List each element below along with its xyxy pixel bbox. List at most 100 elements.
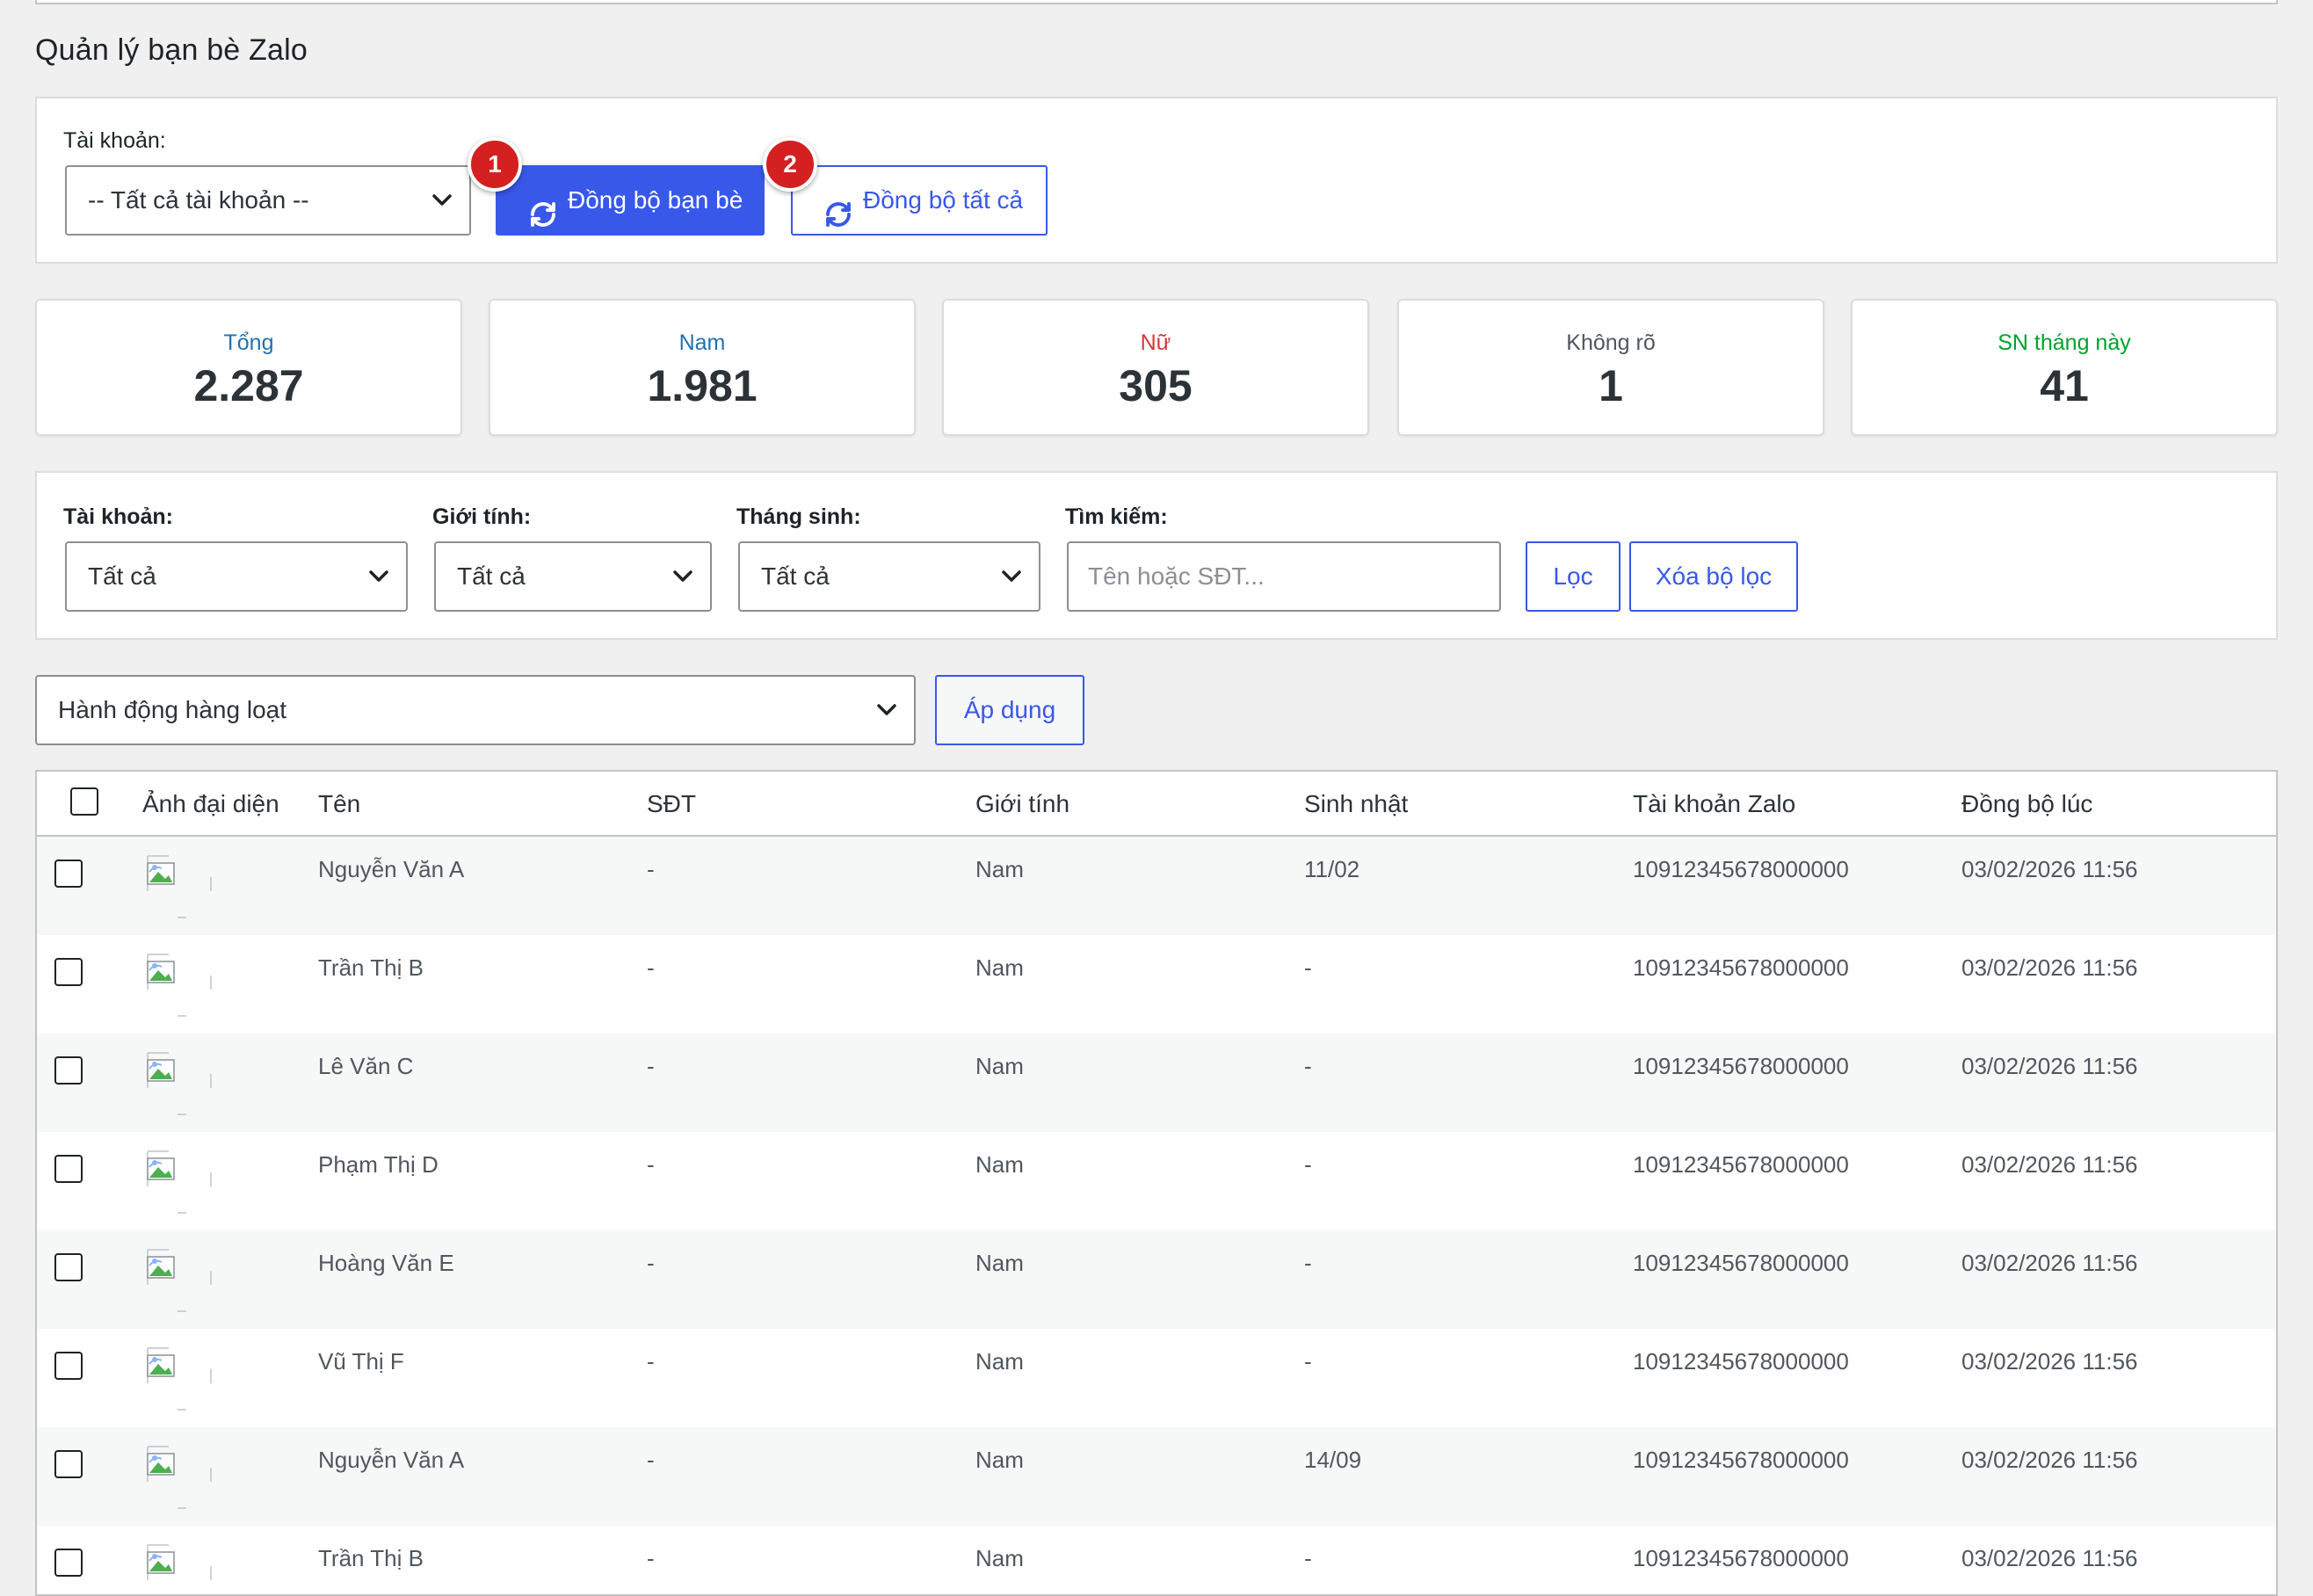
filter-account-value: Tất cả: [88, 562, 156, 590]
sync-account-select[interactable]: -- Tất cả tài khoản --: [65, 165, 471, 236]
page-title: Quản lý bạn bè Zalo: [35, 33, 308, 67]
broken-image-icon: [147, 1052, 212, 1115]
cell-phone: -: [647, 1545, 655, 1571]
column-zalo-account: Tài khoản Zalo: [1633, 790, 1796, 817]
cell-account: 10912345678000000: [1633, 954, 1849, 981]
row-checkbox[interactable]: [54, 1352, 83, 1380]
cell-name: Nguyễn Văn A: [318, 1447, 465, 1473]
stat-value-female: 305: [1119, 361, 1193, 410]
cell-gender: Nam: [975, 954, 1024, 981]
column-phone: SĐT: [647, 790, 696, 817]
filter-birth-month-select[interactable]: Tất cả: [738, 541, 1040, 612]
apply-bulk-button[interactable]: Áp dụng: [935, 675, 1084, 745]
broken-image-icon: [147, 1544, 212, 1580]
stat-label-total: Tổng: [223, 330, 274, 355]
cell-name: Phạm Thị D: [318, 1151, 439, 1178]
stat-label-birthday-month: SN tháng này: [1998, 330, 2131, 355]
cell-account: 10912345678000000: [1633, 1250, 1849, 1276]
row-checkbox[interactable]: [54, 1549, 83, 1577]
stat-value-unknown: 1: [1599, 361, 1623, 410]
sync-friends-button[interactable]: Đồng bộ bạn bè: [496, 165, 765, 236]
filter-button[interactable]: Lọc: [1526, 541, 1621, 612]
cell-name: Hoàng Văn E: [318, 1250, 454, 1276]
cell-gender: Nam: [975, 1053, 1024, 1079]
stat-value-male: 1.981: [647, 361, 758, 410]
broken-image-icon: [147, 855, 212, 918]
stat-card-female: Nữ 305: [942, 299, 1369, 436]
column-name: Tên: [318, 790, 361, 817]
search-input[interactable]: [1067, 541, 1501, 612]
chevron-down-icon: [875, 699, 898, 722]
cell-birthday: 11/02: [1304, 856, 1360, 882]
stat-card-birthday-month: SN tháng này 41: [1851, 299, 2278, 436]
filter-account-select[interactable]: Tất cả: [65, 541, 408, 612]
avatar: [142, 1048, 216, 1118]
cell-phone: -: [647, 1053, 655, 1079]
cell-name: Nguyễn Văn A: [318, 856, 465, 882]
table-row: Nguyễn Văn A - Nam 14/09 10912345678000000 03…: [37, 1427, 2276, 1526]
bulk-action-select[interactable]: Hành động hàng loạt: [35, 675, 916, 745]
friends-table: Ảnh đại diện Tên SĐT Giới tính Sinh nhật…: [35, 770, 2278, 1596]
cell-phone: -: [647, 1348, 655, 1375]
cell-synced: 03/02/2026 11:56: [1961, 954, 2138, 981]
row-checkbox[interactable]: [54, 1155, 83, 1183]
sync-icon: [531, 202, 555, 227]
filter-button-label: Lọc: [1553, 562, 1593, 590]
row-checkbox[interactable]: [54, 1056, 83, 1085]
sync-account-select-value: -- Tất cả tài khoản --: [88, 186, 309, 214]
sync-icon: [826, 202, 851, 227]
avatar: [142, 1540, 216, 1594]
avatar: [142, 949, 216, 1019]
filter-birth-month-label: Tháng sinh:: [736, 504, 861, 529]
row-checkbox[interactable]: [54, 958, 83, 986]
table-row: Nguyễn Văn A - Nam 11/02 10912345678000000 03…: [37, 837, 2276, 935]
sync-account-label: Tài khoản:: [63, 128, 166, 153]
table-header: Ảnh đại diện Tên SĐT Giới tính Sinh nhật…: [37, 772, 2276, 837]
cell-phone: -: [647, 1447, 655, 1473]
step-badge-1: 1: [468, 137, 522, 192]
cell-gender: Nam: [975, 1348, 1024, 1375]
cell-name: Lê Văn C: [318, 1053, 414, 1079]
stat-label-unknown: Không rõ: [1566, 330, 1656, 355]
broken-image-icon: [147, 1249, 212, 1312]
cell-phone: -: [647, 856, 655, 882]
column-synced-at: Đồng bộ lúc: [1961, 790, 2093, 817]
row-checkbox[interactable]: [54, 1450, 83, 1478]
cell-account: 10912345678000000: [1633, 1545, 1849, 1571]
sync-panel: Tài khoản: -- Tất cả tài khoản -- Đồng b…: [35, 97, 2278, 264]
chevron-down-icon: [1000, 565, 1023, 588]
avatar: [142, 851, 216, 921]
clear-filter-button[interactable]: Xóa bộ lọc: [1629, 541, 1798, 612]
cell-synced: 03/02/2026 11:56: [1961, 1053, 2138, 1079]
filter-gender-select[interactable]: Tất cả: [434, 541, 712, 612]
row-checkbox[interactable]: [54, 860, 83, 888]
cell-phone: -: [647, 1250, 655, 1276]
row-checkbox[interactable]: [54, 1253, 83, 1281]
cell-gender: Nam: [975, 1447, 1024, 1473]
cell-synced: 03/02/2026 11:56: [1961, 1348, 2138, 1375]
sync-all-button[interactable]: Đồng bộ tất cả: [791, 165, 1048, 236]
cell-synced: 03/02/2026 11:56: [1961, 1250, 2138, 1276]
select-all-checkbox[interactable]: [70, 787, 98, 816]
cell-phone: -: [647, 1151, 655, 1178]
cell-name: Trần Thị B: [318, 1545, 424, 1571]
cell-synced: 03/02/2026 11:56: [1961, 856, 2138, 882]
cell-synced: 03/02/2026 11:56: [1961, 1447, 2138, 1473]
avatar: [142, 1343, 216, 1413]
cell-birthday: -: [1304, 1348, 1312, 1375]
cell-synced: 03/02/2026 11:56: [1961, 1151, 2138, 1178]
cell-gender: Nam: [975, 1545, 1024, 1571]
cell-birthday: 14/09: [1304, 1447, 1362, 1473]
cell-birthday: -: [1304, 1250, 1312, 1276]
cell-name: Vũ Thị F: [318, 1348, 404, 1375]
table-row: Trần Thị B - Nam - 10912345678000000 03/02/20…: [37, 935, 2276, 1034]
cell-birthday: -: [1304, 1053, 1312, 1079]
table-row: Hoàng Văn E - Nam - 10912345678000000 03/02/2…: [37, 1230, 2276, 1329]
cell-account: 10912345678000000: [1633, 1348, 1849, 1375]
cell-birthday: -: [1304, 954, 1312, 981]
cell-gender: Nam: [975, 1151, 1024, 1178]
cell-phone: -: [647, 954, 655, 981]
top-panel-edge: [35, 0, 2278, 4]
stat-label-female: Nữ: [1140, 330, 1171, 355]
table-row: Lê Văn C - Nam - 10912345678000000 03/02/2026…: [37, 1034, 2276, 1132]
